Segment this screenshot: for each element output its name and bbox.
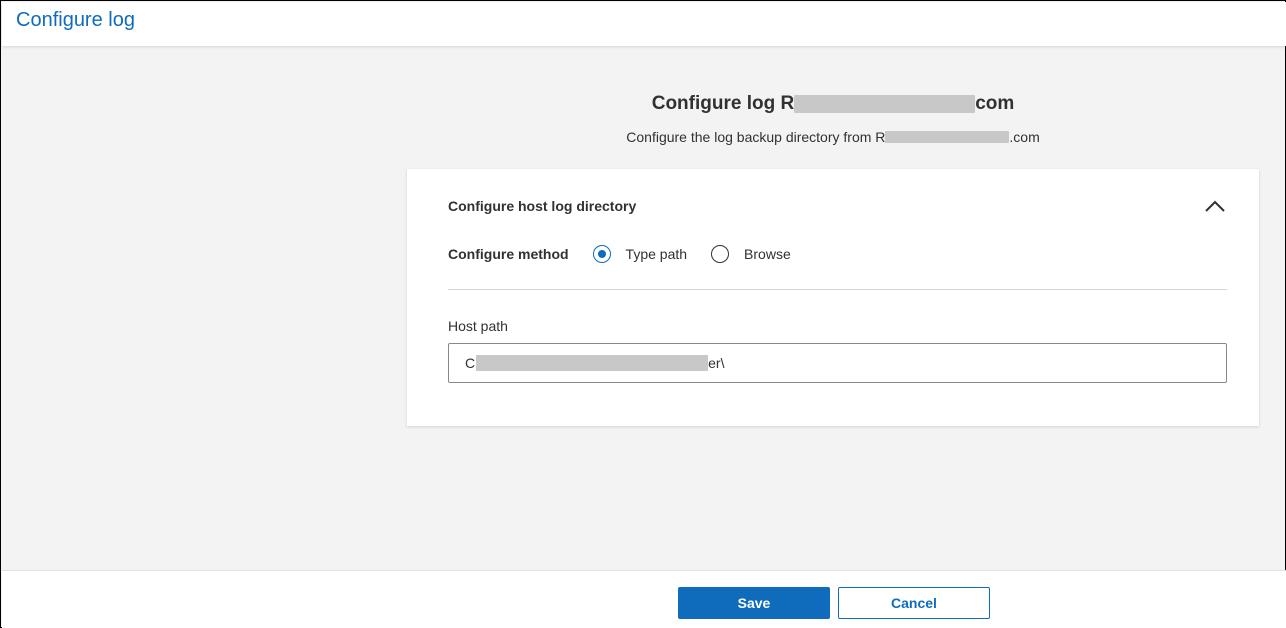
radio-browse[interactable]: Browse <box>711 245 791 263</box>
redacted-hostname <box>794 95 976 113</box>
subtitle-suffix: .com <box>1009 129 1040 145</box>
host-log-directory-card: Configure host log directory Configure m… <box>407 169 1259 426</box>
page-heading: Configure log R com Configure the log ba… <box>407 91 1259 147</box>
host-path-input[interactable]: C er\ <box>448 343 1227 383</box>
subtitle-prefix: Configure the log backup directory from … <box>626 129 886 145</box>
host-path-suffix: er\ <box>708 355 725 371</box>
save-button[interactable]: Save <box>678 587 830 619</box>
heading-prefix: Configure log R <box>651 93 795 114</box>
top-bar: Configure log <box>2 2 1286 46</box>
footer-bar: Save Cancel <box>2 570 1286 628</box>
redacted-path <box>476 355 709 371</box>
host-path-prefix: C <box>465 355 476 371</box>
card-title: Configure host log directory <box>448 198 637 214</box>
radio-type-path-label: Type path <box>625 246 688 262</box>
dialog-subtitle: Configure the log backup directory from … <box>626 127 1039 147</box>
radio-checked-icon <box>592 245 611 263</box>
radio-unchecked-icon <box>711 245 730 263</box>
heading-suffix: com <box>975 93 1015 114</box>
page-title: Configure log <box>16 9 135 31</box>
redacted-hostname <box>885 131 1010 143</box>
configure-method-label: Configure method <box>448 246 569 262</box>
radio-type-path[interactable]: Type path <box>592 245 688 263</box>
configure-method-row: Configure method Type path Browse <box>448 243 815 265</box>
cancel-button[interactable]: Cancel <box>838 587 990 619</box>
dialog-heading: Configure log R com <box>652 91 1015 117</box>
chevron-up-icon <box>1205 200 1225 212</box>
collapse-button[interactable] <box>1201 195 1229 217</box>
divider <box>448 289 1227 290</box>
host-path-label: Host path <box>448 318 508 334</box>
app-window: Configure log Configure log R com Config… <box>0 0 1286 628</box>
radio-browse-label: Browse <box>744 246 791 262</box>
